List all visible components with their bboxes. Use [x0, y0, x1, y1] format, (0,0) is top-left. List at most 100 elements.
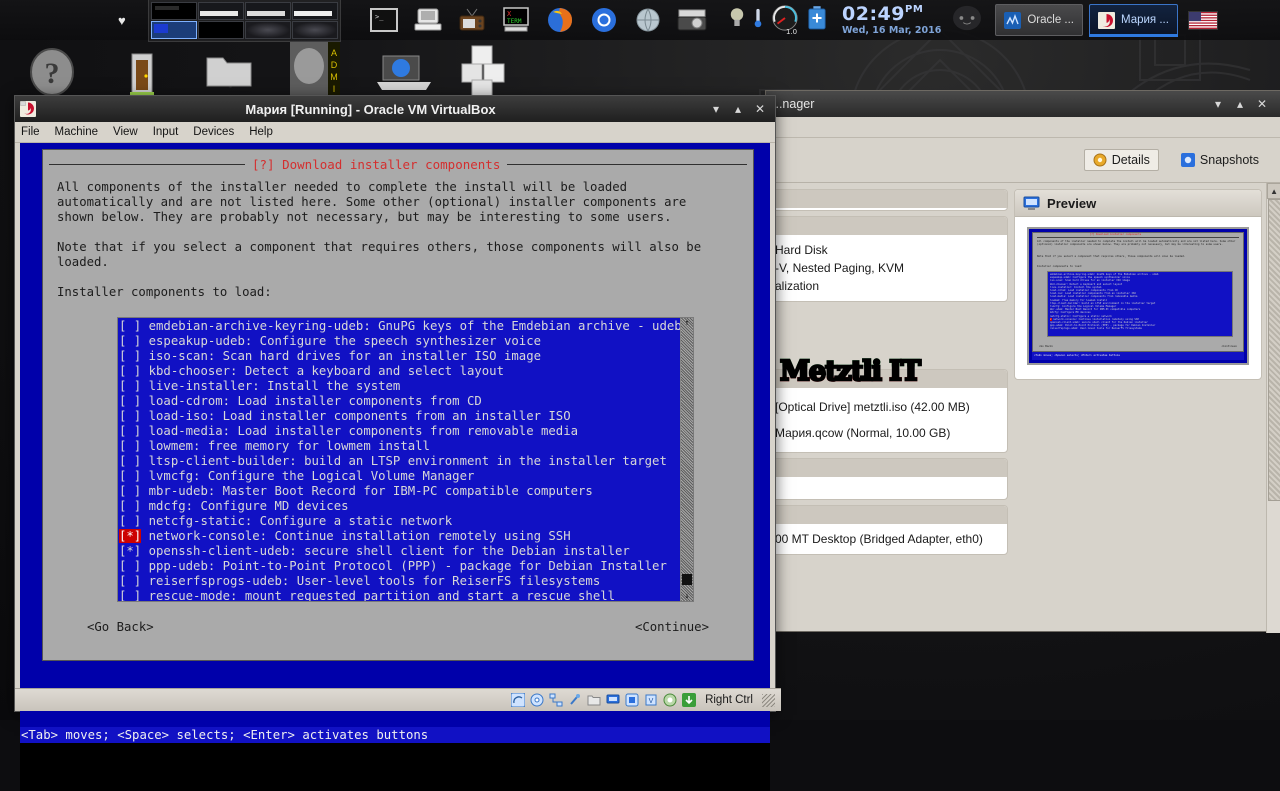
- manager-maximize-button[interactable]: ▴: [1229, 97, 1251, 111]
- component-list-item[interactable]: [ ] load-media: Load installer component…: [119, 424, 680, 439]
- network-icon[interactable]: [549, 693, 563, 707]
- menu-file[interactable]: File: [21, 126, 40, 138]
- component-list-item[interactable]: [ ] emdebian-archive-keyring-udeb: GnuPG…: [119, 319, 680, 334]
- component-list-item[interactable]: [*] openssh-client-udeb: secure shell cl…: [119, 544, 680, 559]
- continue-button[interactable]: <Continue>: [635, 620, 709, 634]
- component-checkbox[interactable]: [ ]: [119, 424, 141, 438]
- component-list-item[interactable]: [ ] rescue-mode: mount requested partiti…: [119, 589, 680, 601]
- xterm-icon[interactable]: X TERM: [501, 7, 531, 33]
- component-checkbox[interactable]: [*]: [119, 529, 142, 543]
- preview-thumbnail[interactable]: [?] Download installer components All co…: [1027, 227, 1250, 365]
- component-list-item[interactable]: [ ] mbr-udeb: Master Boot Record for IBM…: [119, 484, 680, 499]
- component-checkbox[interactable]: [ ]: [119, 394, 141, 408]
- workspace-3[interactable]: [245, 1, 291, 20]
- menu-view[interactable]: View: [113, 126, 138, 138]
- component-list-item[interactable]: [ ] load-cdrom: Load installer component…: [119, 394, 680, 409]
- computer-icon[interactable]: [413, 7, 443, 33]
- component-list-item[interactable]: [ ] load-iso: Load installer components …: [119, 409, 680, 424]
- component-checkbox[interactable]: [ ]: [119, 559, 141, 573]
- component-checkbox[interactable]: [ ]: [119, 499, 141, 513]
- preview-body[interactable]: [?] Download installer components All co…: [1015, 217, 1261, 379]
- usb-icon[interactable]: [568, 693, 582, 707]
- manager-scrollbar[interactable]: ▲: [1266, 183, 1280, 633]
- component-list-item[interactable]: [ ] lowmem: free memory for lowmem insta…: [119, 439, 680, 454]
- tab-snapshots[interactable]: Snapshots: [1173, 150, 1267, 170]
- list-scroll-down-arrow[interactable]: ↓: [685, 591, 690, 601]
- workspace-5[interactable]: [151, 20, 197, 39]
- component-list-item[interactable]: [ ] ppp-udeb: Point-to-Point Protocol (P…: [119, 559, 680, 574]
- component-list-item[interactable]: [ ] lvmcfg: Configure the Logical Volume…: [119, 469, 680, 484]
- component-checkbox[interactable]: [ ]: [119, 484, 141, 498]
- workspace-pager[interactable]: [148, 0, 341, 42]
- component-checkbox[interactable]: [ ]: [119, 379, 141, 393]
- component-checkbox[interactable]: [*]: [119, 544, 141, 558]
- workspace-7[interactable]: [245, 20, 291, 39]
- shared-folders-icon[interactable]: [587, 693, 601, 707]
- cpu-icon[interactable]: V: [644, 693, 658, 707]
- debian-installer-console[interactable]: [?] Download installer components All co…: [20, 143, 770, 743]
- component-checkbox[interactable]: [ ]: [119, 364, 141, 378]
- task-button-mariya[interactable]: Мария ...: [1089, 4, 1178, 36]
- component-list-item[interactable]: [ ] netcfg-static: Configure a static ne…: [119, 514, 680, 529]
- vm-close-button[interactable]: ✕: [749, 102, 771, 116]
- chromium-icon[interactable]: [589, 7, 619, 33]
- workspace-2[interactable]: [198, 1, 244, 20]
- desktop-icon-network[interactable]: [375, 52, 433, 97]
- terminal-icon[interactable]: >_: [369, 7, 399, 33]
- keyboard-layout-flag-icon[interactable]: [1187, 10, 1218, 30]
- component-list-item[interactable]: [ ] espeakup-udeb: Configure the speech …: [119, 334, 680, 349]
- firefox-icon[interactable]: [545, 7, 575, 33]
- workspace-1[interactable]: [151, 1, 197, 20]
- component-list-item[interactable]: [ ] reiserfsprogs-udeb: User-level tools…: [119, 574, 680, 589]
- list-scroll-thumb[interactable]: [682, 574, 692, 585]
- component-list-item[interactable]: [ ] mdcfg: Configure MD devices: [119, 499, 680, 514]
- battery-icon[interactable]: [807, 5, 827, 36]
- component-list-item[interactable]: [ ] kbd-chooser: Detect a keyboard and s…: [119, 364, 680, 379]
- list-scroll-up-arrow[interactable]: ↑: [685, 318, 690, 328]
- menu-machine[interactable]: Machine: [55, 126, 98, 138]
- component-checkbox[interactable]: [ ]: [119, 574, 141, 588]
- component-checkbox[interactable]: [ ]: [119, 439, 141, 453]
- scroll-thumb[interactable]: [1268, 199, 1280, 501]
- menu-help[interactable]: Help: [249, 126, 273, 138]
- remote-desktop-icon[interactable]: [625, 693, 639, 707]
- component-list-item[interactable]: [ ] ltsp-client-builder: build an LTSP e…: [119, 454, 680, 469]
- component-list-item[interactable]: [ ] live-installer: Install the system: [119, 379, 680, 394]
- component-listbox[interactable]: [ ] emdebian-archive-keyring-udeb: GnuPG…: [117, 317, 694, 602]
- component-checkbox[interactable]: [ ]: [119, 589, 141, 601]
- camera-icon[interactable]: [677, 7, 707, 33]
- manager-close-button[interactable]: ✕: [1251, 97, 1273, 111]
- task-button-oracle[interactable]: Oracle ...: [995, 4, 1083, 36]
- optical-disk-icon[interactable]: [530, 693, 544, 707]
- component-checkbox[interactable]: [ ]: [119, 319, 141, 333]
- vm-maximize-button[interactable]: ▴: [727, 102, 749, 116]
- mouse-capture-icon[interactable]: [663, 693, 677, 707]
- component-checkbox[interactable]: [ ]: [119, 454, 141, 468]
- component-list-item[interactable]: [*] network-console: Continue installati…: [119, 529, 680, 544]
- thermometer-icon[interactable]: [753, 6, 763, 35]
- web-browser-icon[interactable]: [633, 7, 663, 33]
- clock-widget[interactable]: 02:49PM Wed, 16 Mar, 2016: [837, 4, 941, 36]
- component-checkbox[interactable]: [ ]: [119, 469, 141, 483]
- component-checkbox[interactable]: [ ]: [119, 514, 141, 528]
- resize-grip[interactable]: [762, 693, 775, 707]
- component-checkbox[interactable]: [ ]: [119, 409, 141, 423]
- display-icon[interactable]: [606, 693, 620, 707]
- desktop-icon-folder[interactable]: [205, 50, 253, 95]
- workspace-4[interactable]: [292, 1, 338, 20]
- workspace-6[interactable]: [198, 20, 244, 39]
- vm-window[interactable]: Мария [Running] - Oracle VM VirtualBox ▾…: [14, 95, 781, 791]
- workspace-8[interactable]: [292, 20, 338, 39]
- component-checkbox[interactable]: [ ]: [119, 349, 141, 363]
- desktop-icon-help[interactable]: ?: [28, 48, 76, 96]
- menu-input[interactable]: Input: [153, 126, 179, 138]
- system-monitor-icon[interactable]: [951, 4, 983, 37]
- tab-details[interactable]: Details: [1083, 149, 1159, 171]
- manager-minimize-button[interactable]: ▾: [1207, 97, 1229, 111]
- manager-menu-bar[interactable]: [766, 117, 1280, 138]
- lightbulb-icon[interactable]: [729, 6, 745, 35]
- cpu-gauge-icon[interactable]: 1.0: [771, 4, 799, 37]
- component-checkbox[interactable]: [ ]: [119, 334, 141, 348]
- keyboard-capture-icon[interactable]: [682, 693, 697, 707]
- component-list-item[interactable]: [ ] iso-scan: Scan hard drives for an in…: [119, 349, 680, 364]
